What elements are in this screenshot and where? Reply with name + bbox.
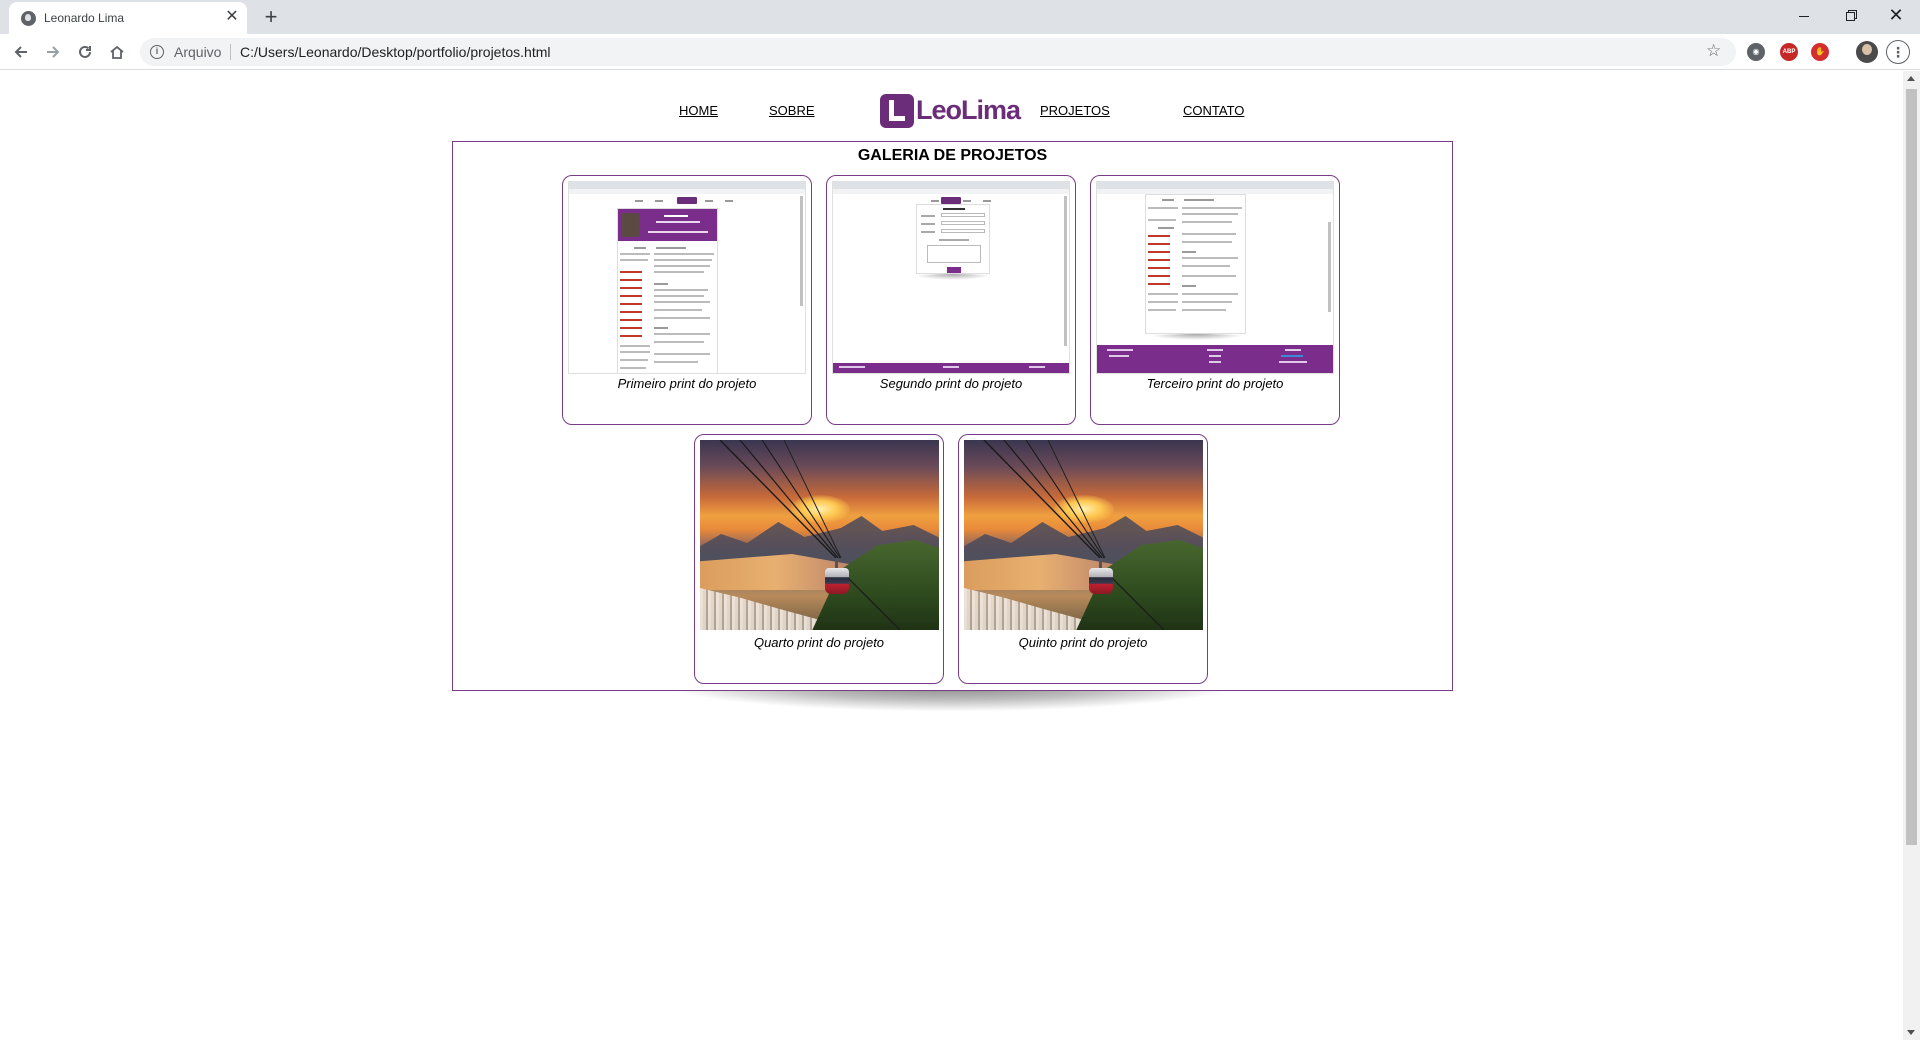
back-button[interactable] [8,39,34,65]
tab-strip: Leonardo Lima ✕ + ✕ [0,0,1920,34]
thumb-submit-button [947,267,961,273]
thumb-tabbar [1097,182,1333,189]
cable-lines [983,440,1165,630]
thumb-urlbar [569,189,805,194]
page-scrollbar[interactable] [1903,71,1920,1040]
star-icon[interactable]: ☆ [1706,41,1721,61]
scroll-thumb[interactable] [1906,89,1917,845]
nav-link-contato[interactable]: CONTATO [1183,103,1244,118]
logo-text: LeoLima [916,95,1021,125]
reload-button[interactable] [72,39,98,65]
scroll-up-arrow-icon[interactable] [1907,76,1915,81]
adblock-icon[interactable]: ✋ [1811,43,1829,61]
adblock-plus-icon[interactable]: ABP [1780,43,1798,61]
restore-icon [1845,11,1855,21]
thumb-nav [569,196,805,206]
thumb-footer [1097,345,1333,373]
gallery-title: GALERIA DE PROJETOS [857,147,1048,164]
thumb-photo [621,213,639,237]
thumb-contact-form [916,204,990,274]
close-tab-button[interactable]: ✕ [223,8,241,26]
thumb-footer [833,363,1069,373]
nav-link-projetos[interactable]: PROJETOS [1040,103,1110,118]
info-icon[interactable]: i [150,45,164,59]
browser-toolbar: i Arquivo C:/Users/Leonardo/Desktop/port… [0,34,1920,70]
cable-car [825,558,849,594]
thumb-urlbar [833,189,1069,194]
thumb-page [617,208,718,373]
profile-avatar[interactable] [1856,41,1878,63]
extension-icon[interactable]: ◉ [1747,43,1765,61]
minimize-icon [1799,15,1809,17]
minimize-button[interactable] [1781,0,1827,30]
tab-title: Leonardo Lima [44,11,125,25]
page-viewport: HOME SOBRE LeoLima PROJETOS CONTATO GALE… [0,71,1920,1040]
forward-button[interactable] [40,39,66,65]
gallery-caption: Quinto print do projeto [1018,635,1148,650]
url-scheme-label: Arquivo [174,44,222,60]
thumb-page [1145,194,1246,334]
logo-mark-icon [880,94,914,128]
thumb-tabbar [569,182,805,189]
thumb-scrollbar [800,196,803,306]
globe-icon [21,11,36,26]
site-navigation: HOME SOBRE LeoLima PROJETOS CONTATO [0,91,1903,131]
browser-tab[interactable]: Leonardo Lima ✕ [9,2,247,34]
project-screenshot[interactable] [568,181,806,374]
gallery-card[interactable]: Segundo print do projeto [826,175,1076,425]
project-photo[interactable] [964,440,1203,630]
restore-button[interactable] [1827,0,1873,30]
gallery-card[interactable]: Quinto print do projeto [958,434,1208,684]
thumb-scrollbar [1064,196,1067,346]
nav-link-sobre[interactable]: SOBRE [769,103,815,118]
gallery-caption: Quarto print do projeto [753,635,885,650]
project-screenshot[interactable] [832,181,1070,374]
cable-car [1089,558,1113,594]
home-button[interactable] [104,39,130,65]
gallery-caption: Segundo print do projeto [879,376,1023,391]
gallery-caption: Terceiro print do projeto [1146,376,1284,391]
arrow-left-icon [14,46,27,58]
project-screenshot[interactable] [1096,181,1334,374]
reload-icon [79,45,91,58]
gallery-card[interactable]: Terceiro print do projeto [1090,175,1340,425]
scroll-down-arrow-icon[interactable] [1907,1030,1915,1035]
thumb-scrollbar [1328,222,1331,312]
url-separator [230,44,231,60]
home-icon [110,45,124,59]
arrow-right-icon [47,46,60,58]
cable-lines [719,440,901,630]
url-text[interactable]: C:/Users/Leonardo/Desktop/portfolio/proj… [240,44,550,60]
nav-link-home[interactable]: HOME [679,103,718,118]
close-window-button[interactable]: ✕ [1873,0,1919,30]
gallery-caption: Primeiro print do projeto [617,376,757,391]
thumb-header [618,209,717,241]
gallery-card[interactable]: Quarto print do projeto [694,434,944,684]
address-bar[interactable]: i Arquivo C:/Users/Leonardo/Desktop/port… [140,38,1736,66]
project-gallery: GALERIA DE PROJETOS Primeiro print do pr… [452,141,1453,691]
gallery-card[interactable]: Primeiro print do projeto [562,175,812,425]
project-photo[interactable] [700,440,939,630]
kebab-menu-icon[interactable]: ⋮ [1886,40,1910,64]
new-tab-button[interactable]: + [258,4,284,30]
thumb-tabbar [833,182,1069,189]
